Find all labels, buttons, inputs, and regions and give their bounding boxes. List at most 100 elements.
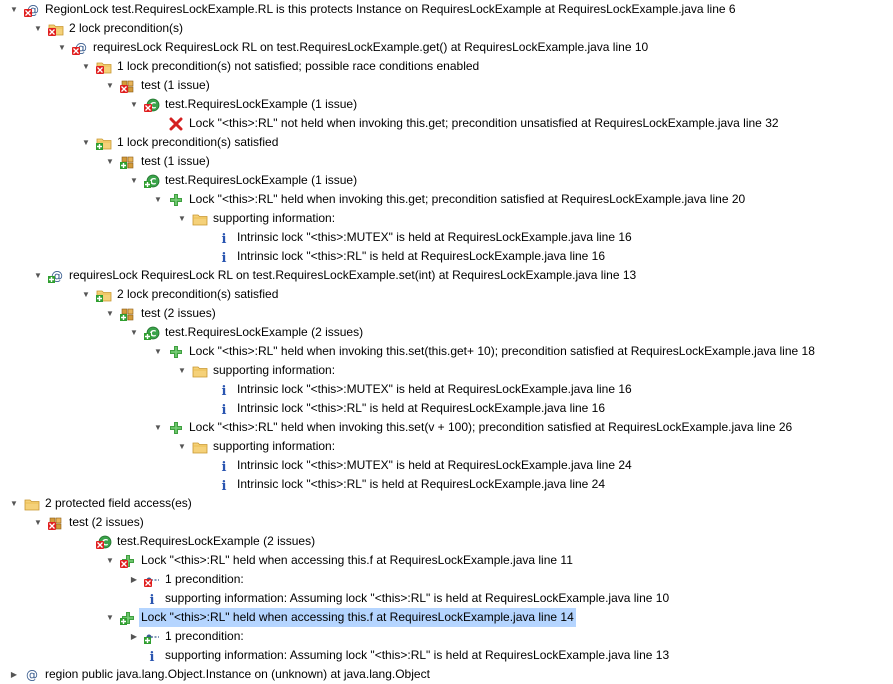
tree-row[interactable]: ▼ test (2 issues) <box>104 304 216 323</box>
tree-row[interactable]: ▶ 1 precondition: <box>128 570 244 589</box>
expand-twisty-icon[interactable]: ▼ <box>152 194 164 206</box>
tree-row[interactable]: ▶ 1 precondition: <box>128 627 244 646</box>
tree-row[interactable]: Ctest.RequiresLockExample (2 issues) <box>80 532 315 551</box>
svg-text:i: i <box>222 460 227 474</box>
expand-twisty-icon[interactable]: ▼ <box>176 441 188 453</box>
tree-row-label: 2 lock precondition(s) satisfied <box>117 287 279 301</box>
tree-row[interactable]: i supporting information: Assuming lock "… <box>128 646 670 665</box>
link-error-icon <box>144 572 160 588</box>
expand-twisty-icon[interactable]: ▼ <box>104 80 116 92</box>
expand-twisty-icon[interactable]: ▼ <box>8 4 20 16</box>
tree-row[interactable]: ▼ Ctest.RequiresLockExample (2 issues) <box>128 323 363 342</box>
folder-ok-icon <box>96 287 112 303</box>
results-tree[interactable]: ▼ @ RegionLock test.RequiresLockExample.RL… <box>0 0 893 684</box>
tree-row[interactable]: i Intrinsic lock "<this>:MUTEX" is held a… <box>200 228 632 247</box>
expand-twisty-icon[interactable]: ▼ <box>128 175 140 187</box>
tree-row-label: Intrinsic lock "<this>:RL" is held at Re… <box>237 401 606 415</box>
tree-row-label: requiresLock RequiresLock RL on test.Req… <box>93 40 649 54</box>
info-icon: i <box>216 382 232 398</box>
class-error-icon: C <box>144 97 160 113</box>
expand-twisty-icon[interactable]: ▼ <box>80 61 92 73</box>
expand-twisty-icon[interactable]: ▼ <box>104 555 116 567</box>
tree-row-label: 1 lock precondition(s) satisfied <box>117 135 279 149</box>
tree-row[interactable]: ▼ supporting information: <box>176 209 335 228</box>
green-plus-icon <box>168 344 184 360</box>
tree-row[interactable]: ▼ Ctest.RequiresLockExample (1 issue) <box>128 95 357 114</box>
expand-twisty-icon[interactable]: ▼ <box>104 156 116 168</box>
collapse-twisty-icon[interactable]: ▶ <box>128 574 140 586</box>
collapse-twisty-icon[interactable]: ▶ <box>128 631 140 643</box>
tree-row[interactable]: Lock "<this>:RL" not held when invoking … <box>152 114 779 133</box>
tree-row[interactable]: ▼ Lock "<this>:RL" held when invoking thi… <box>152 342 815 361</box>
expand-twisty-icon[interactable]: ▼ <box>32 23 44 35</box>
tree-row-label: requiresLock RequiresLock RL on test.Req… <box>69 268 637 282</box>
tree-row-label: Intrinsic lock "<this>:MUTEX" is held at… <box>237 382 632 396</box>
expand-twisty-icon[interactable]: ▼ <box>128 327 140 339</box>
tree-row-label: Lock "<this>:RL" held when invoking this… <box>189 192 746 206</box>
green-plus-icon <box>168 420 184 436</box>
tree-row[interactable]: ▼ supporting information: <box>176 437 335 456</box>
tree-row[interactable]: i Intrinsic lock "<this>:MUTEX" is held a… <box>200 380 632 399</box>
tree-row-label: supporting information: <box>213 439 336 453</box>
tree-row[interactable]: ▶ @ region public java.lang.Object.Instanc… <box>8 665 430 684</box>
tree-row-label: Lock "<this>:RL" held when accessing thi… <box>141 553 573 567</box>
expand-twisty-icon[interactable]: ▼ <box>8 498 20 510</box>
collapse-twisty-icon[interactable]: ▶ <box>8 669 20 681</box>
tree-row[interactable]: ▼ 2 lock precondition(s) satisfied <box>80 285 278 304</box>
tree-row[interactable]: ▼ @ requiresLock RequiresLock RL on test.R… <box>32 266 636 285</box>
tree-row[interactable]: ▼ Ctest.RequiresLockExample (1 issue) <box>128 171 357 190</box>
expand-twisty-icon[interactable]: ▼ <box>104 612 116 624</box>
expand-twisty-icon[interactable]: ▼ <box>32 517 44 529</box>
link-ok-icon <box>144 629 160 645</box>
tree-row[interactable]: ▼ Lock "<this>:RL" held when invoking thi… <box>152 418 792 437</box>
svg-text:i: i <box>150 650 155 664</box>
tree-row[interactable]: ▼ Lock "<this>:RL" held when accessing th… <box>104 551 573 570</box>
folder-ok-icon <box>96 135 112 151</box>
tree-row[interactable]: ▼ test (1 issue) <box>104 76 210 95</box>
expand-twisty-icon[interactable]: ▼ <box>80 289 92 301</box>
tree-row-label: test (2 issues) <box>141 306 216 320</box>
folder-error-icon <box>48 21 64 37</box>
tree-row[interactable]: i Intrinsic lock "<this>:MUTEX" is held a… <box>200 456 632 475</box>
at-error-icon: @ <box>24 2 40 18</box>
expand-twisty-icon[interactable]: ▼ <box>104 308 116 320</box>
tree-row[interactable]: ▼ supporting information: <box>176 361 335 380</box>
tree-row[interactable]: i Intrinsic lock "<this>:RL" is held at R… <box>200 247 606 266</box>
tree-row[interactable]: ▼ 1 lock precondition(s) satisfied <box>80 133 278 152</box>
expand-twisty-icon[interactable]: ▼ <box>56 42 68 54</box>
expand-twisty-icon[interactable]: ▼ <box>152 346 164 358</box>
tree-row-label: test (2 issues) <box>69 515 144 529</box>
tree-row[interactable]: ▼ @ requiresLock RequiresLock RL on test.R… <box>56 38 648 57</box>
expand-twisty-icon[interactable]: ▼ <box>128 99 140 111</box>
tree-row[interactable]: ▼ test (2 issues) <box>32 513 144 532</box>
tree-row[interactable]: ▼ @ RegionLock test.RequiresLockExample.RL… <box>8 0 736 19</box>
expand-twisty-icon[interactable]: ▼ <box>80 137 92 149</box>
tree-row-label: Intrinsic lock "<this>:MUTEX" is held at… <box>237 230 632 244</box>
tree-row-label: Lock "<this>:RL" not held when invoking … <box>189 116 779 130</box>
tree-row[interactable]: ▼ Lock "<this>:RL" held when accessing th… <box>104 608 576 627</box>
expand-twisty-icon[interactable]: ▼ <box>152 422 164 434</box>
tree-row-label: Intrinsic lock "<this>:RL" is held at Re… <box>237 477 606 491</box>
expand-twisty-icon[interactable]: ▼ <box>176 365 188 377</box>
tree-row-label: 2 protected field access(es) <box>45 496 192 510</box>
tree-row[interactable]: i Intrinsic lock "<this>:RL" is held at R… <box>200 399 606 418</box>
tree-row[interactable]: ▼ 2 lock precondition(s) <box>32 19 183 38</box>
tree-row[interactable]: ▼ test (1 issue) <box>104 152 210 171</box>
info-icon: i <box>216 401 232 417</box>
expand-twisty-icon[interactable]: ▼ <box>176 213 188 225</box>
tree-row-label: supporting information: Assuming lock "<… <box>165 648 670 662</box>
tree-row[interactable]: ▼ Lock "<this>:RL" held when invoking thi… <box>152 190 745 209</box>
tree-row[interactable]: ▼ 1 lock precondition(s) not satisfied; p… <box>80 57 479 76</box>
tree-row[interactable]: i supporting information: Assuming lock "… <box>128 589 670 608</box>
class-ok-icon: C <box>144 325 160 341</box>
expand-twisty-icon[interactable]: ▼ <box>32 270 44 282</box>
tree-row-label: 2 lock precondition(s) <box>69 21 184 35</box>
tree-row[interactable]: i Intrinsic lock "<this>:RL" is held at R… <box>200 475 606 494</box>
tree-row[interactable]: ▼ 2 protected field access(es) <box>8 494 192 513</box>
info-icon: i <box>216 230 232 246</box>
green-plus-ok-icon <box>120 610 136 626</box>
svg-text:i: i <box>222 479 227 493</box>
